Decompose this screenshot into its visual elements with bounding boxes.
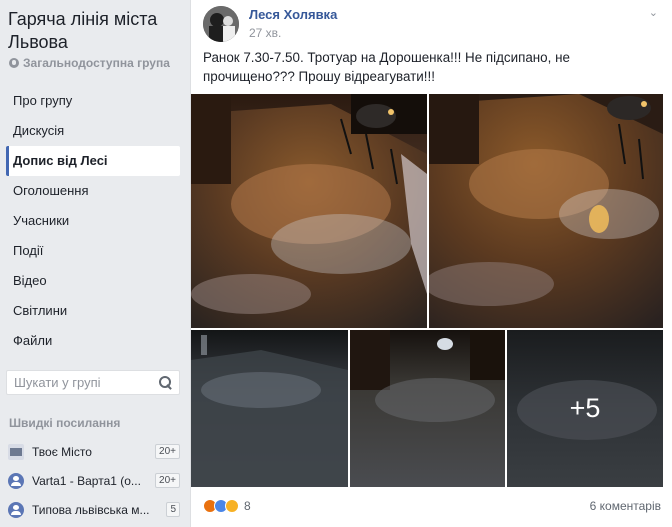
comments-count-link[interactable]: 6 коментарів (590, 499, 661, 513)
quick-link-item[interactable]: Типова львівська м... 5 (8, 495, 180, 524)
notification-count-badge: 20+ (155, 444, 180, 459)
wow-reaction-icon (225, 499, 239, 513)
page-flag-icon (8, 443, 24, 460)
group-privacy: Загальнодоступна група (9, 56, 170, 70)
post-timestamp[interactable]: 27 хв. (249, 26, 281, 40)
group-sidebar: Гаряча лінія міста Львова Загальнодоступ… (0, 0, 190, 527)
search-input[interactable] (7, 375, 152, 390)
quick-link-label: Твоє Місто (32, 444, 92, 459)
post-author[interactable]: Леся Холявка (249, 7, 337, 22)
reactions-summary[interactable]: 8 (203, 499, 251, 513)
reaction-count: 8 (244, 499, 251, 513)
chevron-down-icon[interactable]: ⌄ (649, 6, 658, 19)
nav-item-files[interactable]: Файли (6, 326, 180, 356)
globe-icon (9, 58, 19, 68)
group-search (6, 370, 180, 395)
group-privacy-label: Загальнодоступна група (23, 56, 170, 70)
notification-count-badge: 20+ (155, 473, 180, 488)
nav-item-videos[interactable]: Відео (6, 266, 180, 296)
group-title[interactable]: Гаряча лінія міста Львова (8, 8, 186, 54)
avatar[interactable] (203, 6, 239, 42)
nav-item-members[interactable]: Учасники (6, 206, 180, 236)
post-photo[interactable] (429, 94, 663, 328)
quick-link-item[interactable]: Varta1 - Варта1 (о... 20+ (8, 466, 180, 495)
nav-item-post-from-lesia[interactable]: Допис від Лесі (6, 146, 180, 176)
quick-links-title: Швидкі посилання (9, 416, 121, 430)
group-icon (8, 501, 24, 518)
group-icon (8, 472, 24, 489)
post-photo[interactable] (191, 94, 427, 328)
quick-link-label: Varta1 - Варта1 (о... (32, 473, 141, 488)
post-footer: 8 6 коментарів (203, 495, 663, 517)
search-icon[interactable] (159, 376, 171, 388)
notification-count-badge: 5 (166, 502, 180, 517)
quick-links-list: Твоє Місто 20+ Varta1 - Варта1 (о... 20+… (8, 437, 180, 524)
post-photo[interactable] (191, 330, 348, 487)
more-photos-count: +5 (569, 393, 601, 423)
post-photo[interactable] (350, 330, 505, 487)
quick-link-item[interactable]: Твоє Місто 20+ (8, 437, 180, 466)
post-text: Ранок 7.30-7.50. Тротуар на Дорошенка!!!… (203, 50, 570, 84)
nav-item-discussion[interactable]: Дискусія (6, 116, 180, 146)
nav-item-announcements[interactable]: Оголошення (6, 176, 180, 206)
group-nav: Про групу Дискусія Допис від Лесі Оголош… (6, 86, 180, 356)
post-card: Леся Холявка 27 хв. ⌄ Ранок 7.30-7.50. Т… (190, 0, 672, 527)
quick-link-label: Типова львівська м... (32, 502, 150, 517)
nav-item-photos[interactable]: Світлини (6, 296, 180, 326)
nav-item-about[interactable]: Про групу (6, 86, 180, 116)
nav-item-events[interactable]: Події (6, 236, 180, 266)
post-photo[interactable]: +5 (507, 330, 663, 487)
